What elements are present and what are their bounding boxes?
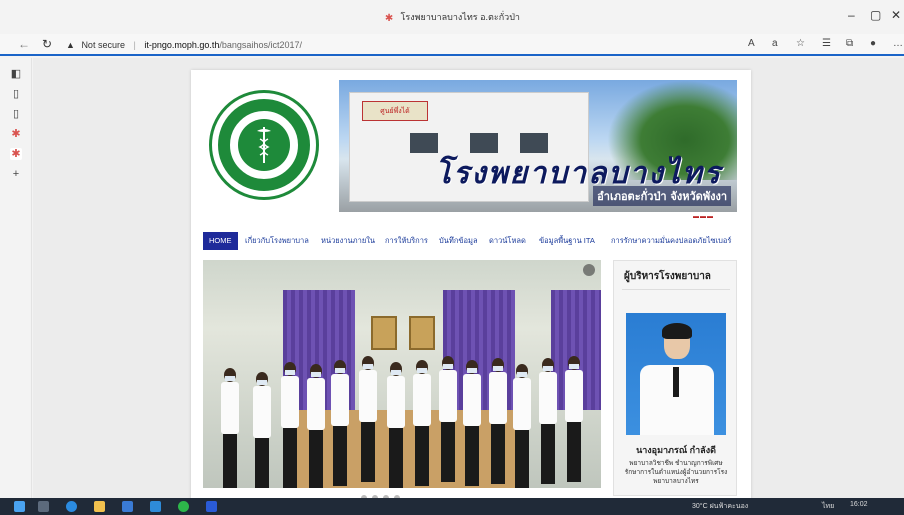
hospital-banner: ศูนย์พึ่งได้ โรงพยาบาลบางไทร อำเภอตะกั่ว…: [339, 80, 737, 212]
menu-item-download[interactable]: ดาวน์โหลด: [489, 232, 526, 250]
more-icon[interactable]: …: [893, 38, 903, 49]
person-figure: [463, 360, 481, 488]
director-photo: [626, 313, 726, 435]
slider-pause-icon[interactable]: [583, 264, 595, 276]
main-menu: HOME เกี่ยวกับโรงพยาบาล หน่วยงานภายใน กา…: [203, 232, 743, 250]
new-tab-icon[interactable]: +: [10, 168, 22, 180]
favorite-icon[interactable]: ☆: [796, 38, 805, 49]
store-icon[interactable]: [122, 501, 133, 512]
back-icon[interactable]: ←: [18, 37, 30, 51]
menu-item-records[interactable]: บันทึกข้อมูล: [439, 232, 478, 250]
favicon-icon: ✱: [384, 13, 394, 24]
menu-item-about[interactable]: เกี่ยวกับโรงพยาบาล: [245, 232, 309, 250]
director-name: นางอุมาภรณ์ กำลังดี: [636, 445, 716, 455]
person-figure: [281, 362, 299, 488]
favorites-list-icon[interactable]: ☰: [822, 38, 831, 49]
website-page: ศูนย์พึ่งได้ โรงพยาบาลบางไทร อำเภอตะกั่ว…: [191, 70, 751, 498]
url-separator: |: [133, 40, 136, 50]
divider: [622, 289, 730, 290]
director-role: พยาบาลวิชาชีพ ชำนาญการพิเศษ รักษาการในตำ…: [624, 460, 728, 485]
browser-titlebar: ✱ โรงพยาบาลบางไทร อ.ตะกั่วป่า – ▢ ✕: [0, 0, 904, 34]
language-flags-icon[interactable]: ▬▬▬: [693, 214, 714, 220]
url-host: it-pngo.moph.go.th: [144, 40, 220, 50]
portrait-frame: [409, 316, 435, 350]
collections-icon[interactable]: ⧉: [846, 38, 853, 49]
person-figure: [565, 356, 583, 486]
search-icon[interactable]: [38, 501, 49, 512]
tab-favicon-active-icon[interactable]: ✱: [10, 148, 22, 160]
line-icon[interactable]: [178, 501, 189, 512]
person-figure: [387, 362, 405, 488]
person-figure: [359, 356, 377, 486]
tab-title: โรงพยาบาลบางไทร อ.ตะกั่วป่า: [400, 12, 520, 22]
tab-page-icon[interactable]: ▯: [10, 108, 22, 120]
start-icon[interactable]: [14, 501, 25, 512]
language-indicator[interactable]: ไทย: [822, 501, 834, 512]
person-figure: [539, 358, 557, 488]
tab-actions-icon[interactable]: ◧: [10, 68, 22, 80]
refresh-icon[interactable]: ↻: [42, 37, 52, 51]
browser-tab[interactable]: ✱ โรงพยาบาลบางไทร อ.ตะกั่วป่า: [0, 10, 904, 24]
translate-icon[interactable]: a: [772, 38, 778, 49]
weather-widget[interactable]: 30°C ฝนฟ้าคะนอง: [692, 501, 748, 512]
vertical-tabs-sidebar: ◧ ▯ ▯ ✱ ✱ +: [0, 58, 32, 498]
building-window: [410, 133, 438, 153]
edge-icon[interactable]: [66, 501, 77, 512]
windows-taskbar: 30°C ฝนฟ้าคะนอง ไทย 16:02: [0, 498, 904, 515]
maximize-icon[interactable]: ▢: [870, 8, 881, 22]
person-figure: [439, 356, 457, 486]
executives-heading: ผู้บริหารโรงพยาบาล: [624, 271, 711, 282]
person-figure: [513, 364, 531, 488]
minimize-icon[interactable]: –: [848, 8, 855, 22]
url-path: /bangsaihos/ict2017/: [219, 40, 302, 50]
banner-sign: ศูนย์พึ่งได้: [362, 101, 428, 121]
portrait-frame: [371, 316, 397, 350]
person-figure: [253, 372, 271, 488]
file-explorer-icon[interactable]: [94, 501, 105, 512]
warning-icon: ▲: [66, 40, 75, 50]
profile-icon[interactable]: ●: [870, 38, 876, 49]
executives-panel: ผู้บริหารโรงพยาบาล นางอุมาภรณ์ กำลังดี พ…: [613, 260, 737, 496]
moph-logo[interactable]: [209, 90, 319, 200]
menu-item-services[interactable]: การให้บริการ: [385, 232, 428, 250]
person-figure: [413, 360, 431, 488]
slider-dots: [361, 488, 421, 498]
page-viewport: ศูนย์พึ่งได้ โรงพยาบาลบางไทร อำเภอตะกั่ว…: [33, 58, 904, 498]
word-icon[interactable]: [206, 501, 217, 512]
person-figure: [489, 358, 507, 488]
person-figure: [307, 364, 325, 488]
banner-subtitle: อำเภอตะกั่วป่า จังหวัดพังงา: [593, 186, 731, 206]
menu-item-home[interactable]: HOME: [203, 232, 238, 250]
menu-item-cyber[interactable]: การรักษาความมั่นคงปลอดภัยไซเบอร์: [611, 232, 731, 250]
close-icon[interactable]: ✕: [891, 8, 901, 22]
security-label: Not secure: [81, 40, 125, 50]
address-bar: ← ↻ ▲ Not secure | it-pngo.moph.go.th/ba…: [0, 34, 904, 56]
url-field[interactable]: ▲ Not secure | it-pngo.moph.go.th/bangsa…: [66, 36, 666, 54]
menu-item-departments[interactable]: หน่วยงานภายใน: [321, 232, 375, 250]
read-aloud-icon[interactable]: A: [748, 38, 755, 49]
clock[interactable]: 16:02: [850, 501, 868, 508]
menu-item-ita[interactable]: ข้อมูลพื้นฐาน ITA: [539, 232, 595, 250]
person-figure: [221, 368, 239, 488]
tab-favicon-icon[interactable]: ✱: [10, 128, 22, 140]
tab-page-icon[interactable]: ▯: [10, 88, 22, 100]
person-figure: [331, 360, 349, 488]
caduceus-icon: [257, 127, 271, 163]
mail-icon[interactable]: [150, 501, 161, 512]
photo-slider[interactable]: [203, 260, 601, 488]
